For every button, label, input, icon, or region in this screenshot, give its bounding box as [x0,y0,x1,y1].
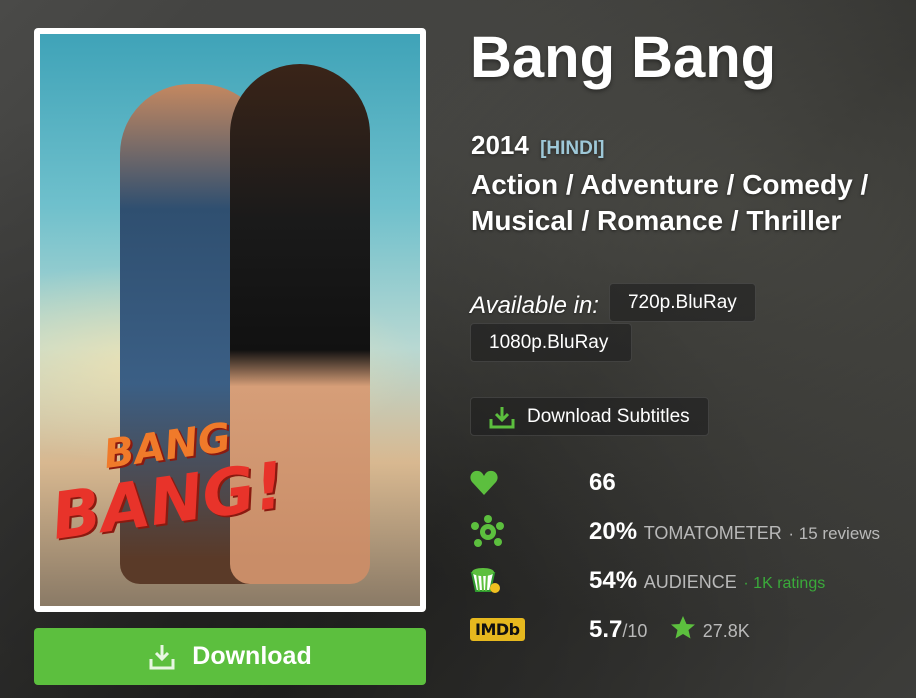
poster-image: BANG BANG! [40,34,420,606]
tomatometer-value: 20% TOMATOMETER · 15 reviews [589,518,881,545]
imdb-rating: 5.7/10 27.8K [589,615,750,643]
imdb-scale: /10 [622,620,648,641]
splat-icon [470,515,510,547]
movie-poster[interactable]: BANG BANG! [34,28,426,612]
heart-icon [470,468,510,498]
available-qualities: Available in: 720p.BluRay 1080p.BluRay [470,283,890,363]
audience-ratings: · 1K ratings [743,575,826,592]
audience-row: 54% AUDIENCE · 1K ratings [470,566,825,596]
imdb-votes: 27.8K [702,620,750,641]
audience-label: AUDIENCE [643,572,737,592]
audience-value: 54% AUDIENCE · 1K ratings [589,567,826,594]
download-subtitles-label: Download Subtitles [527,405,690,427]
popcorn-icon [470,566,510,596]
movie-genres: Action / Adventure / Comedy / Musical / … [471,169,869,236]
movie-title: Bang Bang [470,25,777,90]
likes-row: 66 [470,468,616,498]
tomatometer-label: TOMATOMETER [643,523,782,543]
available-label: Available in: [470,292,599,319]
download-button[interactable]: Download [34,628,426,685]
movie-year: 2014 [471,130,529,160]
imdb-logo-icon[interactable]: IMDb [470,617,525,641]
movie-language: [HINDI] [540,138,605,159]
tomatometer-row: 20% TOMATOMETER · 15 reviews [470,515,880,547]
star-icon [671,615,696,638]
likes-count: 66 [589,469,616,496]
quality-1080p-button[interactable]: 1080p.BluRay [470,323,632,362]
download-button-label: Download [192,642,312,670]
download-subtitles-button[interactable]: Download Subtitles [470,397,709,436]
year-line: 2014 [HINDI] [471,130,604,161]
quality-720p-button[interactable]: 720p.BluRay [608,283,756,322]
download-icon [489,406,515,428]
download-icon [149,644,175,669]
imdb-row: IMDb 5.7/10 27.8K [470,614,750,644]
tomatometer-reviews: · 15 reviews [788,524,881,543]
